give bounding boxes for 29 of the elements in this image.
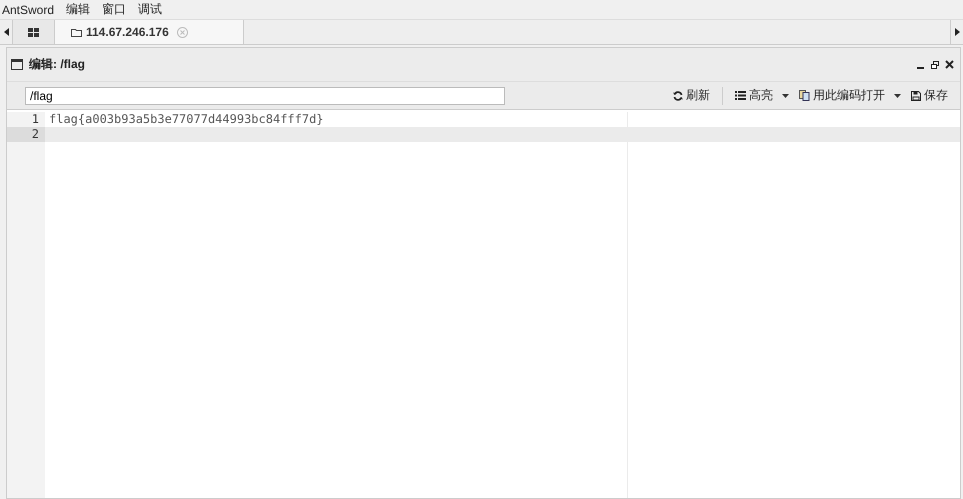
refresh-icon (673, 90, 683, 100)
toolbar-button[interactable]: 高亮 (733, 87, 791, 104)
list-icon (735, 91, 746, 100)
line-number: 2 (7, 127, 45, 142)
menu-item[interactable]: 编辑 (66, 1, 90, 18)
toolbar-button[interactable]: 保存 (909, 87, 950, 104)
menu-item[interactable]: 调试 (138, 1, 162, 18)
line-number: 1 (30, 112, 40, 127)
document-icon (799, 90, 810, 101)
host-tab[interactable]: 114.67.246.176 (55, 20, 244, 44)
panel-title: 编辑: /flag (29, 56, 85, 73)
menu-item[interactable]: 窗口 (102, 1, 126, 18)
path-field[interactable]: /flag (25, 86, 505, 104)
scroll-right-button[interactable] (950, 20, 963, 44)
grid-icon (28, 28, 39, 36)
close-icon[interactable] (945, 60, 954, 69)
save-icon (911, 90, 921, 100)
caret-icon (894, 94, 901, 98)
toolbar-button[interactable]: 用此编码打开 (797, 87, 903, 104)
left-arrow-icon (4, 28, 8, 36)
restore-icon[interactable] (931, 60, 939, 68)
menu-item[interactable]: AntSword (2, 2, 54, 16)
home-tab[interactable] (13, 20, 55, 44)
caret-icon (782, 94, 789, 98)
window-icon (11, 59, 23, 70)
folder-icon (71, 28, 82, 36)
code-line: flag{a003b93a5b3e77077d44993bc84fff7d} (49, 112, 324, 126)
right-arrow-icon (954, 28, 960, 36)
toolbar-button[interactable]: 刷新 (671, 87, 712, 104)
